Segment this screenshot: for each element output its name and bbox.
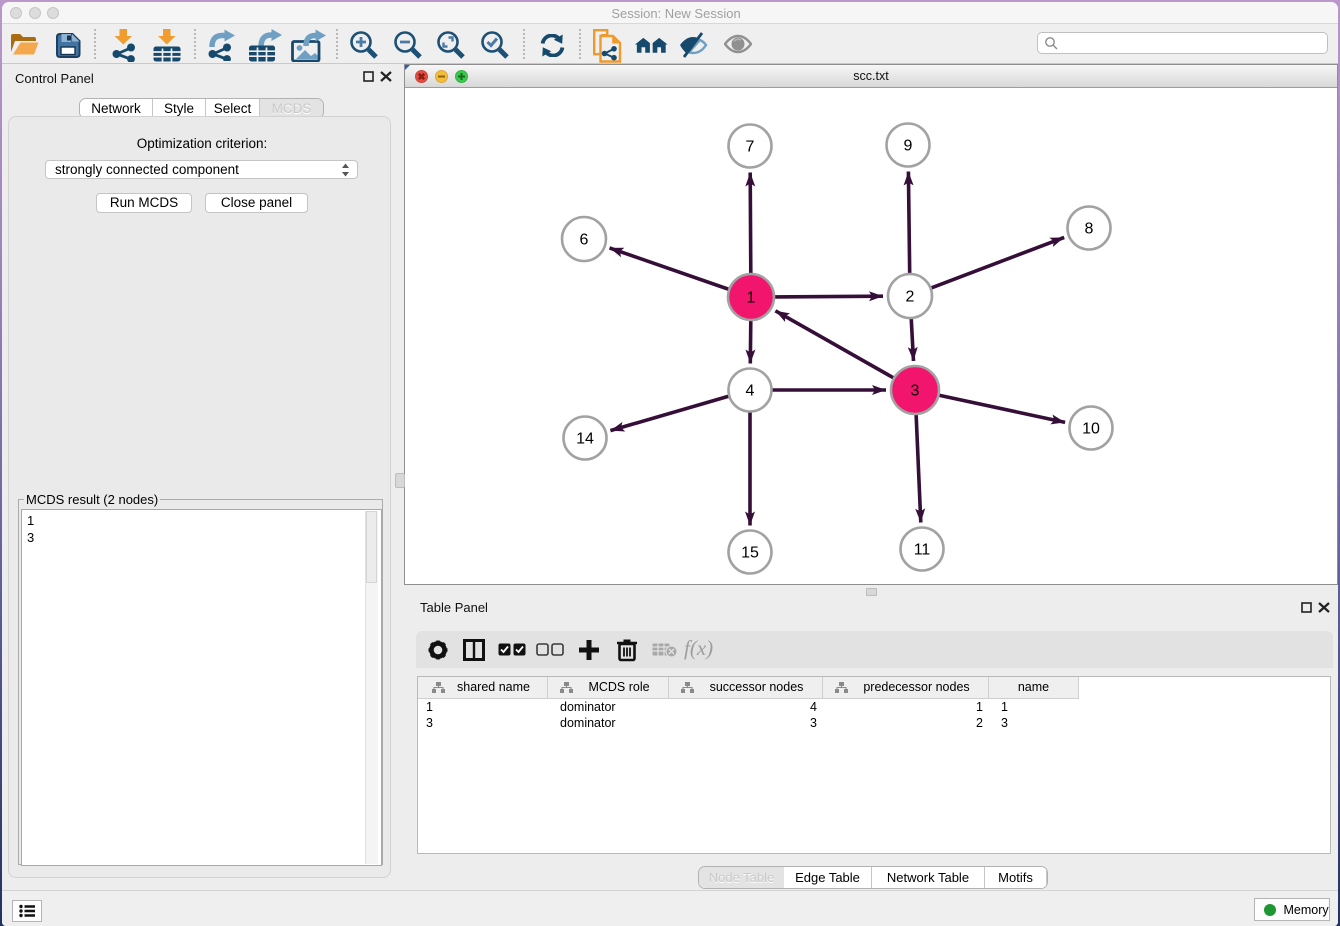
svg-text:1: 1 <box>747 290 756 307</box>
svg-text:4: 4 <box>746 383 755 400</box>
svg-text:6: 6 <box>580 232 589 249</box>
svg-text:8: 8 <box>1085 221 1094 238</box>
svg-text:11: 11 <box>914 542 931 559</box>
svg-text:3: 3 <box>911 383 920 400</box>
svg-text:9: 9 <box>904 138 913 155</box>
svg-text:2: 2 <box>906 289 915 306</box>
svg-text:10: 10 <box>1082 421 1100 438</box>
svg-text:7: 7 <box>746 139 755 156</box>
svg-text:14: 14 <box>576 431 594 448</box>
svg-text:15: 15 <box>741 545 759 562</box>
